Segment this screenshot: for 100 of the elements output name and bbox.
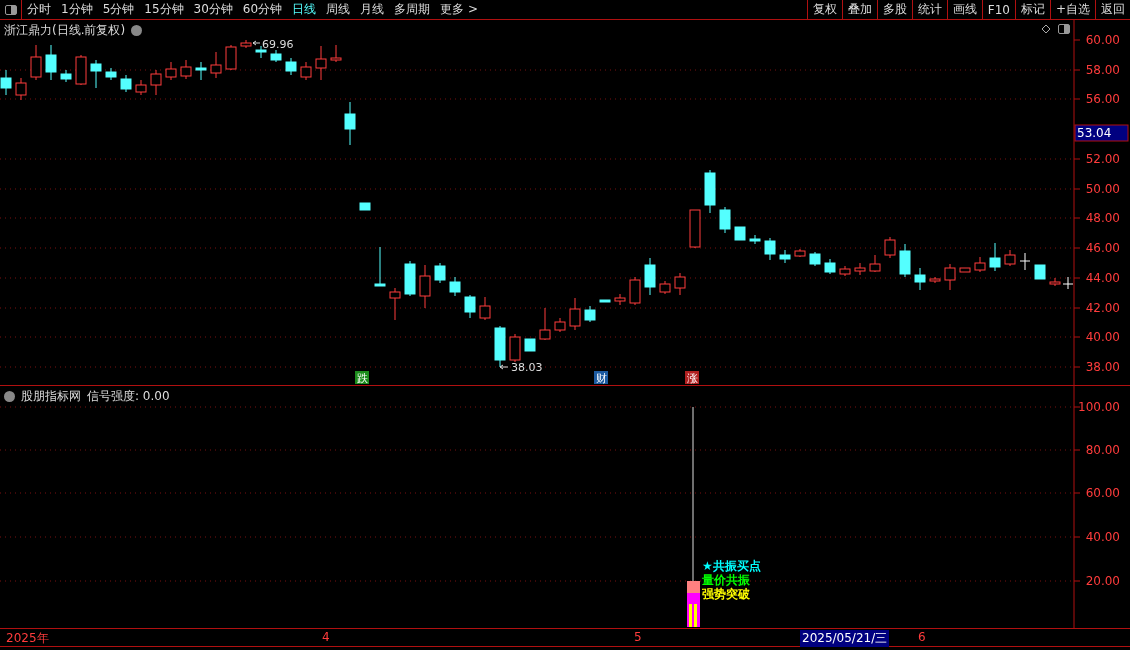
candlestick [105,67,117,81]
candlestick [285,57,297,76]
signal-marker: 财 [594,371,608,385]
candlestick [689,209,701,249]
indicator-name: 股朋指标网 [21,388,81,405]
candlestick [270,49,282,63]
candlestick [404,260,416,297]
period-tab[interactable]: 月线 [355,1,390,18]
period-tab[interactable]: 60分钟 [237,1,288,18]
candlestick [419,264,431,309]
candlestick [15,77,27,101]
candlestick [749,234,761,245]
candlestick [974,256,986,273]
price-axis-label: 42.00 [1085,301,1120,315]
candlestick [869,254,881,273]
candlestick [599,299,611,303]
price-axis-label: 46.00 [1085,241,1120,255]
period-tab[interactable]: 日线 [287,1,322,18]
period-tab[interactable]: 多周期 [389,1,436,18]
candlestick [45,44,57,81]
price-axis-label: 58.00 [1085,63,1120,77]
indicator-axis-label: 60.00 [1085,486,1120,500]
price-axis-label: 40.00 [1085,330,1120,344]
candlestick [315,45,327,81]
candlestick [629,276,641,306]
signal-label: 量价共振 [702,573,750,587]
signal-label: ★共振买点 [702,559,761,573]
stock-title: 浙江鼎力(日线.前复权) [4,22,126,39]
candlestick [959,267,971,273]
indicator-axis-label: 20.00 [1085,574,1120,588]
indicator-reading: 信号强度: 0.00 [87,388,170,405]
candlestick [779,249,791,264]
period-tab[interactable]: 分时 [22,1,56,18]
signal-marker: 涨 [685,371,699,385]
candlestick [509,333,521,363]
candlestick [824,258,836,275]
candlestick [135,79,147,96]
candlestick [75,54,87,86]
candlestick [120,74,132,93]
candlestick [330,44,342,63]
current-price: 53.04 [1077,126,1112,140]
dropdown-icon[interactable] [131,25,143,36]
diamond-icon[interactable] [1041,24,1051,34]
candlestick [554,317,566,333]
price-axis-label: 60.00 [1085,33,1120,47]
candlestick [60,69,72,83]
candlestick [1034,264,1046,280]
candlestick [659,280,671,295]
date-label: 2025/05/21/三 [800,630,890,647]
dropdown-icon[interactable] [4,391,15,402]
candlestick [0,69,12,96]
price-axis-label: 44.00 [1085,271,1120,285]
price-axis-label: 52.00 [1085,152,1120,166]
candlestick [584,305,596,323]
candlestick [614,293,626,306]
candlestick [210,51,222,79]
candlestick [464,294,476,319]
candlestick [359,202,371,211]
indicator-axis-label: 100.00 [1078,400,1120,414]
date-label: 5 [634,630,642,644]
candlestick [644,257,656,296]
candlestick [150,69,162,96]
price-axis-label: 38.00 [1085,360,1120,374]
candlestick [90,59,102,89]
date-label: 6 [918,630,926,644]
high-price-label: 69.96 [262,38,294,51]
candlestick [569,297,581,331]
candlestick [1004,249,1016,267]
candlestick [539,307,551,341]
signal-label: 强势突破 [702,587,750,601]
period-tab[interactable]: 30分钟 [188,1,238,18]
candlestick [195,61,207,81]
panel-toggle-icon[interactable] [1057,22,1071,36]
candlestick [1049,277,1061,287]
candlestick [389,287,401,321]
candlestick [914,267,926,291]
candlestick [734,226,746,241]
period-tab[interactable]: 周线 [321,1,356,18]
date-label: 4 [322,630,330,644]
period-tab[interactable]: 更多 > [435,1,483,18]
period-tab[interactable]: 5分钟 [97,1,140,18]
candlestick [180,59,192,80]
price-axis-label: 48.00 [1085,211,1120,225]
candlestick [434,262,446,284]
candlestick [839,265,851,277]
date-label: 2025年 [6,630,49,647]
candlestick [704,169,716,214]
indicator-axis-label: 80.00 [1085,443,1120,457]
candlestick [854,262,866,276]
candlestick [165,61,177,81]
candlestick [674,272,686,296]
candlestick [30,44,42,81]
price-axis-label: 50.00 [1085,182,1120,196]
price-axis-label: 56.00 [1085,92,1120,106]
period-tab[interactable]: 1分钟 [56,1,98,18]
candlestick [719,206,731,234]
period-tab[interactable]: 15分钟 [139,1,189,18]
candlestick [449,276,461,297]
candlestick [225,44,237,71]
candlestick [929,276,941,284]
